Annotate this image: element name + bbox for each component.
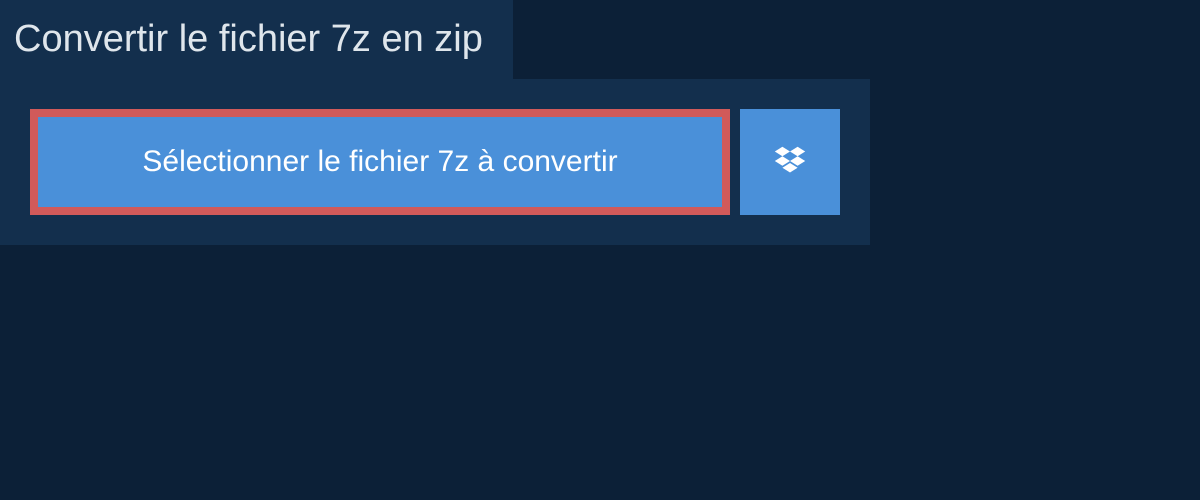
header-bar: Convertir le fichier 7z en zip bbox=[0, 0, 513, 79]
dropbox-icon bbox=[771, 143, 809, 181]
dropbox-button[interactable] bbox=[740, 109, 840, 215]
converter-panel: Sélectionner le fichier 7z à convertir bbox=[0, 79, 870, 245]
select-file-button[interactable]: Sélectionner le fichier 7z à convertir bbox=[30, 109, 730, 215]
button-row: Sélectionner le fichier 7z à convertir bbox=[30, 109, 840, 215]
page-title: Convertir le fichier 7z en zip bbox=[14, 18, 483, 61]
select-file-label: Sélectionner le fichier 7z à convertir bbox=[142, 145, 617, 179]
